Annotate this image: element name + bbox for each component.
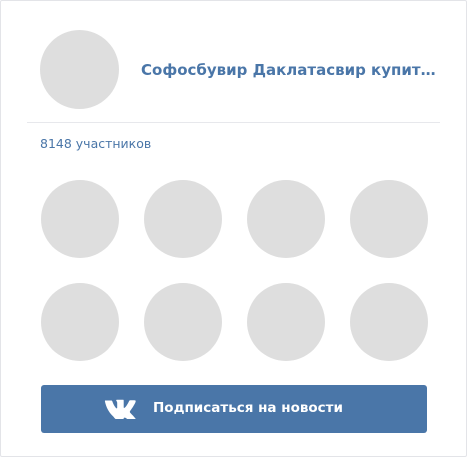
subscribe-label: Подписаться на новости bbox=[153, 400, 343, 416]
divider bbox=[27, 122, 440, 123]
member-avatar[interactable] bbox=[350, 283, 428, 361]
member-avatar[interactable] bbox=[41, 283, 119, 361]
member-avatar[interactable] bbox=[144, 283, 222, 361]
member-avatar[interactable] bbox=[144, 180, 222, 258]
subscribe-button[interactable]: Подписаться на новости bbox=[41, 385, 427, 433]
community-widget: Софосбувир Даклатасвир купить... 8148 уч… bbox=[0, 0, 467, 457]
member-avatar[interactable] bbox=[247, 283, 325, 361]
vk-logo-icon bbox=[104, 399, 136, 419]
group-avatar[interactable] bbox=[40, 30, 119, 109]
member-avatar[interactable] bbox=[247, 180, 325, 258]
group-name-link[interactable]: Софосбувир Даклатасвир купить... bbox=[141, 60, 441, 80]
member-avatar[interactable] bbox=[41, 180, 119, 258]
members-count-link[interactable]: 8148 участников bbox=[40, 135, 151, 153]
member-avatar[interactable] bbox=[350, 180, 428, 258]
